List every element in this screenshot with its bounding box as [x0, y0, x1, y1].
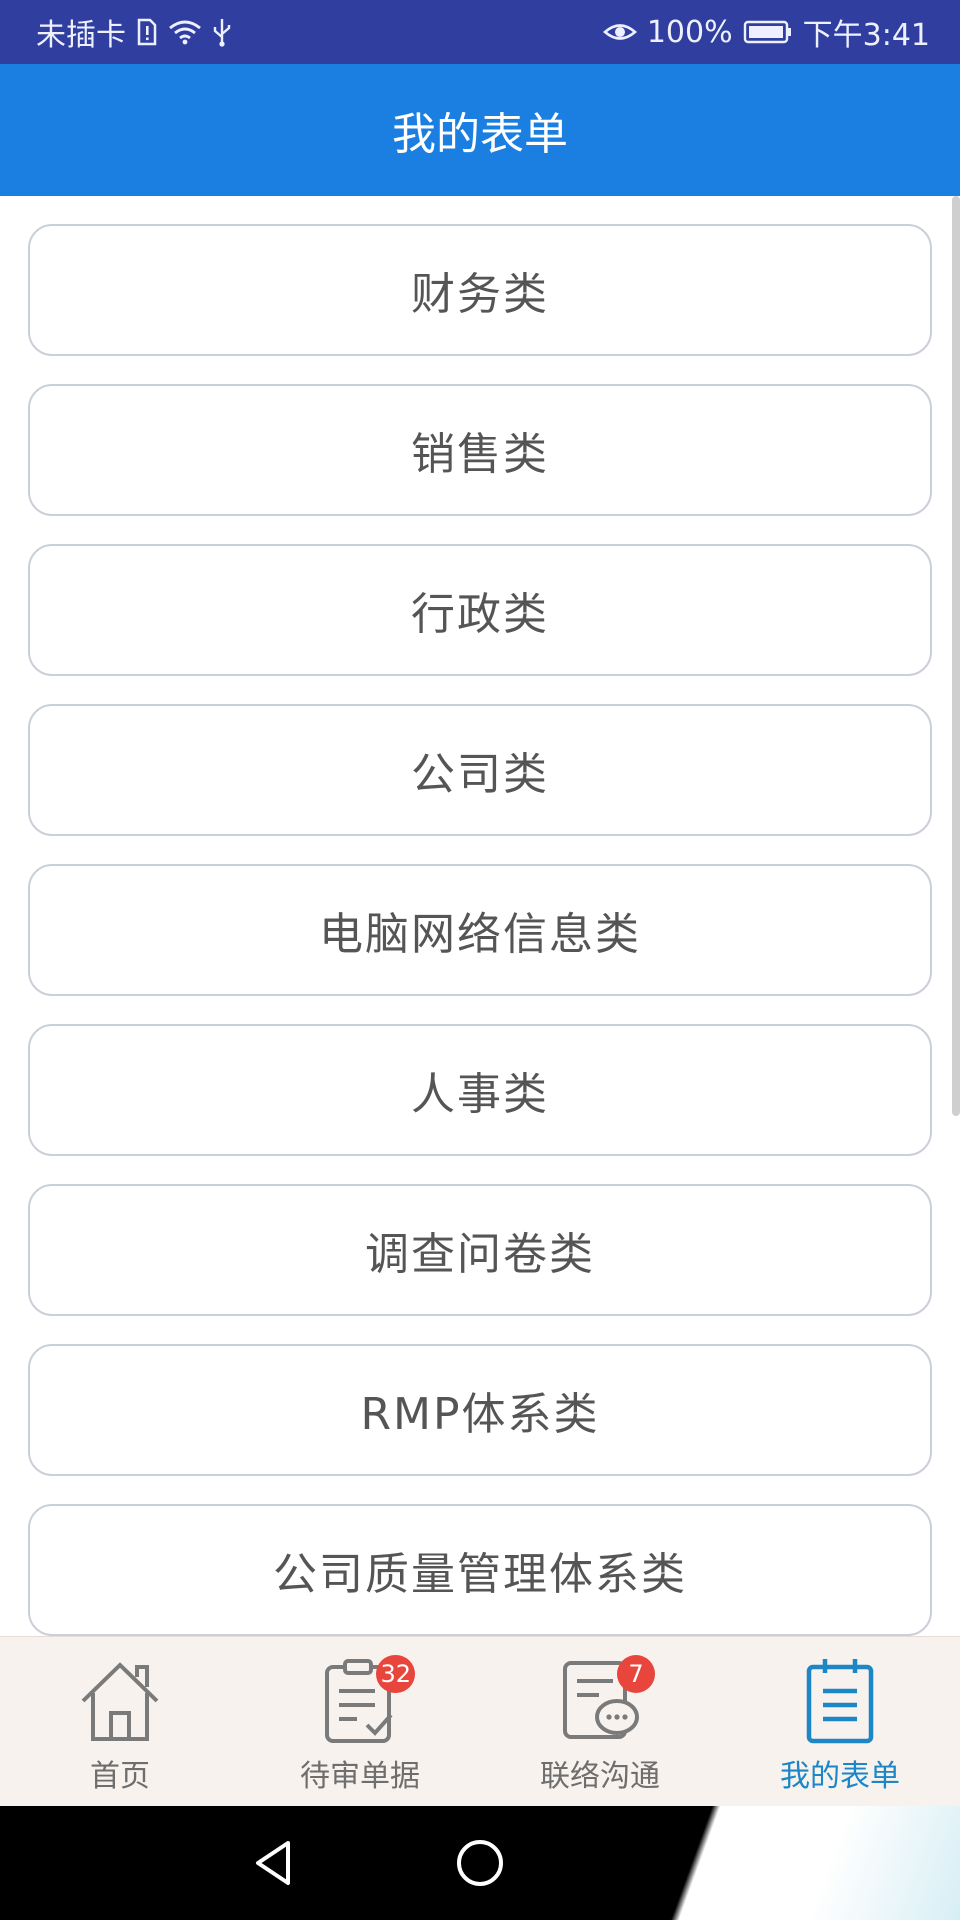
pending-count-badge: 32	[376, 1655, 415, 1693]
category-item-company[interactable]: 公司类	[28, 704, 932, 836]
clock-text: 下午3:41	[802, 18, 930, 53]
category-item-quality-management[interactable]: 公司质量管理体系类	[28, 1504, 932, 1636]
pending-documents-icon: 32	[315, 1655, 415, 1745]
category-item-it-network[interactable]: 电脑网络信息类	[28, 864, 932, 996]
tab-my-forms-label: 我的表单	[780, 1759, 900, 1794]
status-right: 100% 下午3:41	[602, 0, 930, 64]
category-item-finance[interactable]: 财务类	[28, 224, 932, 356]
sim-alert-icon	[136, 18, 158, 46]
system-nav-bar	[0, 1806, 960, 1920]
chat-icon: 7	[555, 1655, 655, 1745]
home-nav-icon[interactable]	[450, 1833, 510, 1893]
category-list: 财务类 销售类 行政类 公司类 电脑网络信息类 人事类 调查问卷类 RMP体系类…	[28, 224, 932, 1636]
tab-my-forms[interactable]: 我的表单	[720, 1637, 960, 1807]
category-item-administration[interactable]: 行政类	[28, 544, 932, 676]
category-item-hr[interactable]: 人事类	[28, 1024, 932, 1156]
my-forms-icon	[795, 1655, 885, 1745]
tab-pending-documents[interactable]: 32 待审单据	[240, 1637, 480, 1807]
tab-communication-label: 联络沟通	[540, 1759, 660, 1794]
carrier-text: 未插卡	[36, 18, 126, 53]
category-content: 财务类 销售类 行政类 公司类 电脑网络信息类 人事类 调查问卷类 RMP体系类…	[0, 196, 960, 1636]
tab-home[interactable]: 首页	[0, 1637, 240, 1807]
home-icon	[75, 1655, 165, 1745]
battery-percent: 100%	[646, 14, 733, 50]
status-bar: 未插卡 100% 下午3:41	[0, 0, 960, 64]
eye-comfort-icon	[602, 19, 637, 45]
status-left: 未插卡	[36, 0, 232, 64]
app-header: 我的表单	[0, 64, 960, 196]
wifi-icon	[168, 18, 202, 46]
tab-communication[interactable]: 7 联络沟通	[480, 1637, 720, 1807]
back-icon[interactable]	[244, 1833, 304, 1893]
category-item-sales[interactable]: 销售类	[28, 384, 932, 516]
category-item-rmp[interactable]: RMP体系类	[28, 1344, 932, 1476]
battery-icon	[743, 19, 793, 45]
usb-icon	[212, 17, 232, 47]
page-title: 我的表单	[392, 109, 568, 160]
nav-overlay-decoration	[600, 1806, 960, 1920]
category-item-survey[interactable]: 调查问卷类	[28, 1184, 932, 1316]
tab-pending-documents-label: 待审单据	[300, 1759, 420, 1794]
scrollbar[interactable]	[952, 196, 960, 1116]
tab-home-label: 首页	[90, 1759, 150, 1794]
bottom-tab-bar: 首页 32 待审单据 7 联络沟通 我的表单	[0, 1636, 960, 1807]
message-count-badge: 7	[617, 1655, 655, 1693]
